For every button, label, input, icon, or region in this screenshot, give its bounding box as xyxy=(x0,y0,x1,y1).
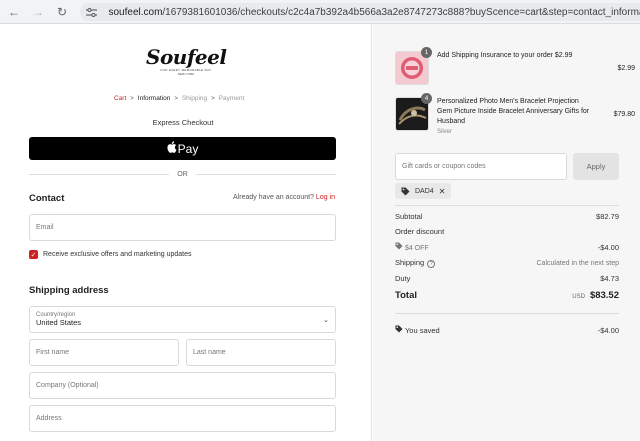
forward-icon[interactable]: → xyxy=(28,2,48,22)
info-icon[interactable]: ? xyxy=(427,260,436,268)
discount-code-row: $4 OFF -$4.00 xyxy=(395,242,619,252)
coupon-code-input[interactable]: Gift cards or coupon codes xyxy=(395,153,567,180)
currency-code: USD xyxy=(572,294,585,300)
checkout-form-panel: Soufeel FOR EVERY MEMORABLE DAY NEW YORK… xyxy=(0,24,372,441)
chevron-right-icon: > xyxy=(174,95,178,102)
duty-value: $4.73 xyxy=(600,274,619,283)
subtotal-label: Subtotal xyxy=(395,212,423,221)
cart-item: 4 Personalized Photo Men's Bracelet Proj… xyxy=(395,93,635,143)
item-variant: Silver xyxy=(437,129,453,135)
breadcrumb: Cart > Information > Shipping > Payment xyxy=(114,95,244,102)
reload-icon[interactable]: ↻ xyxy=(52,2,72,22)
marketing-opt-in[interactable]: ✓ Receive exclusive offers and marketing… xyxy=(29,250,192,259)
login-link[interactable]: Log in xyxy=(316,194,335,201)
item-price: $79.80 xyxy=(613,111,635,118)
logo-tagline-city: NEW YORK xyxy=(177,72,195,76)
summary-divider xyxy=(395,313,619,314)
subtotal-row: Subtotal $82.79 xyxy=(395,212,619,221)
company-field[interactable]: Company (Optional) xyxy=(29,372,336,399)
apply-coupon-button[interactable]: Apply xyxy=(573,153,619,180)
browser-toolbar: ← → ↻ soufeel.com/1679381601036/checkout… xyxy=(0,0,640,24)
shipping-row: Shipping? Calculated in the next step xyxy=(395,258,619,268)
coupon-placeholder: Gift cards or coupon codes xyxy=(402,163,486,170)
shipping-label: Shipping xyxy=(395,258,425,267)
discount-code-line: $4 OFF xyxy=(395,242,429,252)
email-field[interactable]: Email xyxy=(29,214,336,241)
account-prompt-text: Already have an account? xyxy=(233,194,314,201)
quantity-badge: 1 xyxy=(421,47,432,58)
breadcrumb-cart[interactable]: Cart xyxy=(114,95,126,102)
apple-pay-label: Pay xyxy=(177,141,199,156)
last-name-placeholder: Last name xyxy=(193,349,226,356)
back-icon[interactable]: ← xyxy=(4,2,24,22)
remove-discount-icon[interactable]: ✕ xyxy=(439,187,446,196)
tag-icon xyxy=(395,325,403,333)
shipping-value: Calculated in the next step xyxy=(536,259,620,267)
product-thumbnail: 4 xyxy=(395,93,432,131)
account-prompt: Already have an account? Log in xyxy=(233,194,335,201)
discount-code: DAD4 xyxy=(415,187,434,195)
summary-divider xyxy=(395,205,619,206)
address-bar[interactable]: soufeel.com/1679381601036/checkouts/c2c4… xyxy=(80,3,640,21)
total-amount: USD $83.52 xyxy=(572,290,619,301)
logo-wordmark: Soufeel xyxy=(146,45,227,69)
duty-row: Duty $4.73 xyxy=(395,274,619,283)
tag-icon xyxy=(395,242,403,250)
chevron-right-icon: > xyxy=(130,95,134,102)
checkbox-checked-icon[interactable]: ✓ xyxy=(29,250,38,259)
savings-row: You saved -$4.00 xyxy=(395,325,619,335)
product-thumbnail: 1 xyxy=(395,47,432,85)
first-name-placeholder: First name xyxy=(36,349,70,356)
brand-logo[interactable]: Soufeel FOR EVERY MEMORABLE DAY NEW YORK xyxy=(146,45,227,80)
order-discount-label: Order discount xyxy=(395,227,445,236)
item-price: $2.99 xyxy=(617,65,635,72)
subtotal-value: $82.79 xyxy=(596,212,619,221)
url-text: soufeel.com/1679381601036/checkouts/c2c4… xyxy=(108,6,640,18)
or-label: OR xyxy=(177,170,188,178)
site-info-icon[interactable] xyxy=(85,5,98,19)
saved-value: -$4.00 xyxy=(597,325,619,335)
country-value: United States xyxy=(36,318,82,327)
first-name-field[interactable]: First name xyxy=(29,339,179,366)
total-value: $83.52 xyxy=(589,290,619,301)
savings-label-group: You saved xyxy=(395,325,440,335)
saved-label: You saved xyxy=(404,326,440,335)
item-details: Personalized Photo Men's Bracelet Projec… xyxy=(437,97,595,137)
duty-label: Duty xyxy=(395,274,411,283)
total-label: Total xyxy=(395,290,417,301)
country-select[interactable]: Country/region United States ⌄ xyxy=(29,306,336,333)
apple-pay-button[interactable]: Pay xyxy=(29,137,336,160)
item-name: Add Shipping Insurance to your order $2.… xyxy=(437,52,573,59)
breadcrumb-shipping: Shipping xyxy=(181,95,208,102)
company-placeholder: Company (Optional) xyxy=(36,382,99,389)
tag-icon xyxy=(401,187,410,196)
contact-heading: Contact xyxy=(29,193,65,204)
order-summary-panel: 1 Add Shipping Insurance to your order $… xyxy=(373,24,640,441)
email-placeholder: Email xyxy=(36,224,54,231)
discount-value: -$4.00 xyxy=(597,242,619,252)
express-checkout-title: Express Checkout xyxy=(152,118,214,127)
shipping-address-heading: Shipping address xyxy=(29,285,109,296)
item-name: Personalized Photo Men's Bracelet Projec… xyxy=(437,98,590,125)
chevron-down-icon: ⌄ xyxy=(323,317,329,324)
discount-code-label: $4 OFF xyxy=(404,245,429,252)
chevron-right-icon: > xyxy=(211,95,215,102)
order-discount-row: Order discount xyxy=(395,227,619,236)
last-name-field[interactable]: Last name xyxy=(186,339,336,366)
or-divider: OR xyxy=(29,169,336,179)
breadcrumb-payment: Payment xyxy=(218,95,245,102)
shipping-label-group: Shipping? xyxy=(395,258,436,268)
breadcrumb-information: Information xyxy=(137,95,171,102)
cart-item: 1 Add Shipping Insurance to your order $… xyxy=(395,47,635,87)
quantity-badge: 4 xyxy=(421,93,432,104)
address-field[interactable]: Address xyxy=(29,405,336,432)
applied-discount-chip: DAD4 ✕ xyxy=(395,183,452,199)
total-row: Total USD $83.52 xyxy=(395,290,619,301)
apple-logo-icon xyxy=(167,141,177,156)
address-placeholder: Address xyxy=(36,415,62,422)
marketing-opt-in-label: Receive exclusive offers and marketing u… xyxy=(43,251,192,258)
